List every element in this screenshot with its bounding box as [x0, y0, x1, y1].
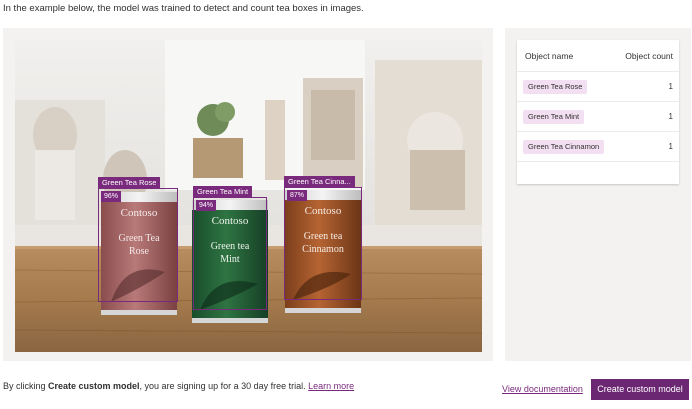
- create-custom-model-button[interactable]: Create custom model: [591, 379, 689, 400]
- table-row: Green Tea Cinnamon 1: [517, 132, 679, 162]
- object-count: 1: [668, 82, 673, 91]
- table-row: Green Tea Rose 1: [517, 72, 679, 102]
- detection-label: Green Tea Rose: [98, 177, 161, 189]
- object-count-table: Object name Object count Green Tea Rose …: [517, 40, 679, 184]
- object-count: 1: [668, 142, 673, 151]
- object-tag: Green Tea Cinnamon: [523, 140, 605, 154]
- example-image-panel: Contoso Green Tea Rose Contoso Green tea…: [3, 28, 493, 361]
- table-header: Object name Object count: [517, 40, 679, 72]
- intro-text: In the example below, the model was trai…: [3, 3, 364, 14]
- detection-label: Green Tea Mint: [193, 186, 253, 198]
- trial-notice: By clicking Create custom model, you are…: [3, 381, 354, 391]
- object-tag: Green Tea Rose: [523, 80, 588, 94]
- trial-notice-prefix: By clicking: [3, 381, 49, 391]
- detection-box-cinnamon: Green Tea Cinna... 87%: [284, 176, 362, 300]
- detection-box-mint: Green Tea Mint 94%: [193, 186, 267, 310]
- detection-confidence: 87%: [287, 190, 308, 201]
- learn-more-link[interactable]: Learn more: [308, 381, 354, 391]
- column-header-object-name: Object name: [525, 51, 574, 61]
- object-table-panel: Object name Object count Green Tea Rose …: [505, 28, 691, 361]
- detection-confidence: 96%: [101, 191, 122, 202]
- view-documentation-link[interactable]: View documentation: [502, 384, 583, 394]
- detection-confidence: 94%: [196, 200, 217, 211]
- table-row: Green Tea Mint 1: [517, 102, 679, 132]
- trial-notice-suffix: , you are signing up for a 30 day free t…: [139, 381, 309, 391]
- detection-label: Green Tea Cinna...: [284, 176, 355, 188]
- column-header-object-count: Object count: [625, 51, 673, 61]
- trial-notice-bold: Create custom model: [48, 381, 140, 391]
- detection-box-rose: Green Tea Rose 96%: [98, 177, 178, 302]
- example-photo: Contoso Green Tea Rose Contoso Green tea…: [15, 40, 482, 352]
- object-tag: Green Tea Mint: [523, 110, 585, 124]
- object-count: 1: [668, 112, 673, 121]
